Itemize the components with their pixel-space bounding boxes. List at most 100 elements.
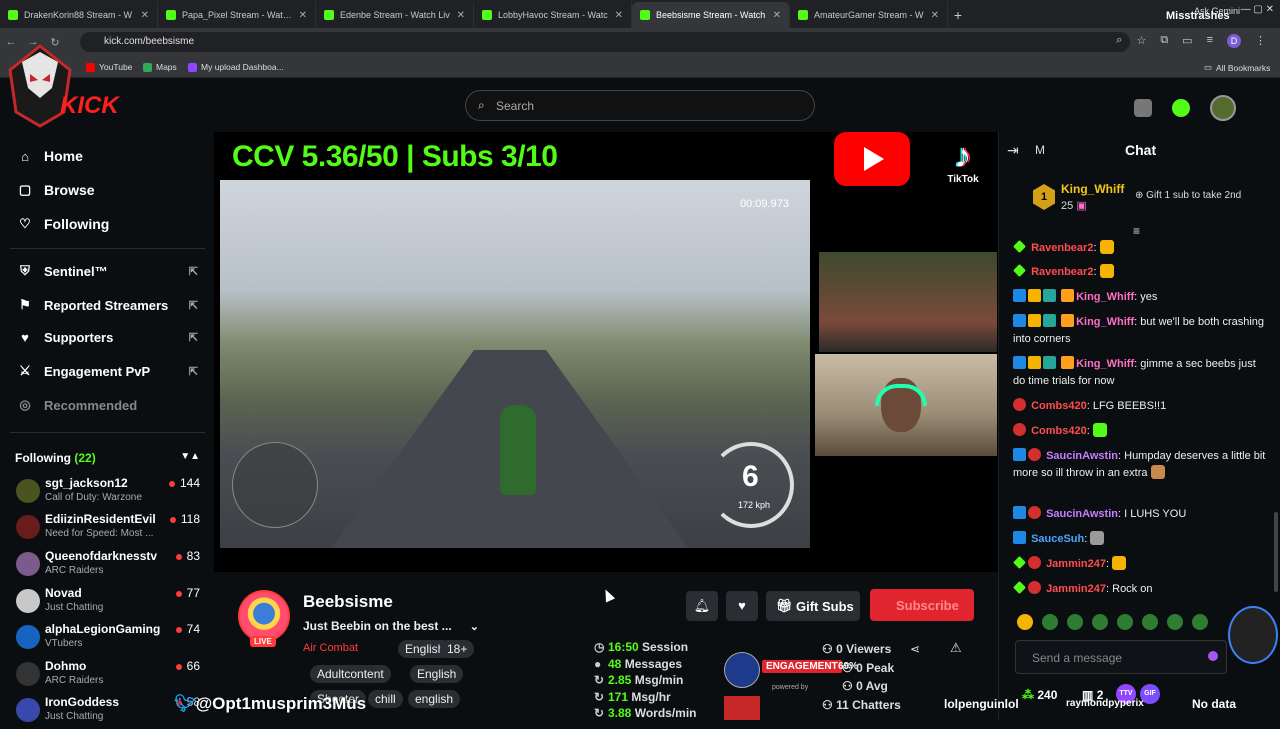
report-icon[interactable]: ⚠ bbox=[950, 640, 962, 656]
url-field[interactable]: kick.com/beebsisme bbox=[80, 32, 1130, 52]
chat-username[interactable]: King_Whiff bbox=[1076, 316, 1134, 328]
sidebar-item-following[interactable]: ♡ Following bbox=[18, 216, 198, 232]
chevron-down-icon[interactable]: ⌄ bbox=[470, 621, 479, 633]
chat-message[interactable]: Jammin247: bbox=[1013, 556, 1269, 573]
chat-message[interactable]: Jammin247: Rock on bbox=[1013, 581, 1269, 598]
chat-username[interactable]: Combs420 bbox=[1031, 400, 1087, 412]
channel-avatar[interactable] bbox=[238, 590, 290, 642]
emote-icon[interactable] bbox=[1167, 614, 1183, 630]
all-bookmarks[interactable]: ▭ All Bookmarks bbox=[1204, 62, 1270, 73]
sidebar-item-recommended[interactable]: ◎ Recommended bbox=[18, 397, 198, 413]
browser-tab[interactable]: LobbyHavoc Stream - Watc ✕ bbox=[474, 2, 632, 28]
following-item[interactable]: sgt_jackson12 Call of Duty: Warzone 144 bbox=[14, 476, 200, 510]
tag[interactable]: 18+ bbox=[440, 640, 475, 658]
extension-icon[interactable] bbox=[1134, 99, 1152, 117]
sidebar-item-browse[interactable]: ▢ Browse bbox=[18, 182, 198, 198]
chat-username[interactable]: King_Whiff bbox=[1076, 358, 1134, 370]
kick-logo[interactable]: KICK bbox=[60, 92, 119, 120]
gifter-leaderboard[interactable]: 1 King_Whiff 25 ▣ ⊕ Gift 1 sub to take 2… bbox=[1009, 174, 1271, 216]
browser-tab[interactable]: Edenbe Stream - Watch Liv ✕ bbox=[316, 2, 474, 28]
cast-icon[interactable]: ▭ bbox=[1182, 34, 1192, 48]
browser-tab[interactable]: Papa_Pixel Stream - Watch Live ✕ bbox=[158, 2, 316, 28]
gift-subs-button[interactable]: 🎁︎ Gift Subs bbox=[766, 591, 860, 621]
sidebar-item-reported-streamers[interactable]: ⚑ Reported Streamers ⇱ bbox=[18, 297, 198, 313]
chat-username[interactable]: Jammin247 bbox=[1046, 583, 1106, 595]
stream-title[interactable]: Just Beebin on the best ... ⌄ bbox=[303, 619, 479, 633]
extensions-icon[interactable]: ⧉ bbox=[1160, 34, 1168, 48]
following-item[interactable]: EdiizinResidentEvil Need for Speed: Most … bbox=[14, 512, 200, 546]
chat-message[interactable]: Combs420: LFG BEEBS!!1 bbox=[1013, 398, 1269, 415]
chat-username[interactable]: Jammin247 bbox=[1046, 558, 1106, 570]
kick-icon[interactable] bbox=[1172, 99, 1190, 117]
window-controls[interactable]: — ▢ ✕ bbox=[1241, 4, 1274, 15]
new-tab-button[interactable]: + bbox=[948, 7, 968, 23]
close-icon[interactable]: ✕ bbox=[931, 10, 939, 21]
chat-scrollbar[interactable] bbox=[1274, 512, 1278, 592]
sidebar-item-home[interactable]: ⌂ Home bbox=[18, 148, 198, 164]
following-item[interactable]: Queenofdarknesstv ARC Raiders 83 bbox=[14, 549, 200, 583]
bookmark-star-icon[interactable]: ☆ bbox=[1136, 34, 1146, 48]
chat-message[interactable]: SaucinAwstin: I LUHS YOU bbox=[1013, 506, 1269, 523]
chat-username[interactable]: SaucinAwstin bbox=[1046, 450, 1118, 462]
collapse-chat-icon[interactable]: ⇥ bbox=[1007, 142, 1019, 159]
emote-icon[interactable] bbox=[1092, 614, 1108, 630]
sidebar-item-sentinel[interactable]: ⛨ Sentinel™ ⇱ bbox=[18, 263, 198, 279]
video-player[interactable]: 00:09.973 6 172 kph CCV 5.36/50 | Subs 3… bbox=[214, 132, 998, 572]
chat-username[interactable]: Ravenbear2 bbox=[1031, 266, 1093, 278]
playlist-icon[interactable]: ≡ bbox=[1207, 34, 1213, 48]
tag[interactable]: chill bbox=[368, 690, 403, 708]
browser-tab-active[interactable]: Beebsisme Stream - Watch ✕ bbox=[632, 2, 790, 28]
chat-username[interactable]: King_Whiff bbox=[1076, 291, 1134, 303]
stream-category[interactable]: Air Combat bbox=[303, 642, 358, 654]
chat-message[interactable]: Ravenbear2: bbox=[1013, 240, 1269, 257]
sidebar-item-engagement-pvp[interactable]: ⚔ Engagement PvP ⇱ bbox=[18, 363, 198, 379]
chat-input[interactable]: Send a message bbox=[1015, 640, 1227, 674]
chat-username[interactable]: Ravenbear2 bbox=[1031, 242, 1093, 254]
close-icon[interactable]: ✕ bbox=[299, 10, 307, 21]
chat-mode-label[interactable]: M bbox=[1035, 143, 1045, 157]
emote-picker-icon[interactable] bbox=[1208, 651, 1218, 661]
chat-username[interactable]: Combs420 bbox=[1031, 425, 1087, 437]
zoom-icon[interactable]: ⌕ bbox=[1116, 34, 1122, 48]
browser-tab[interactable]: AmateurGamer Stream - W ✕ bbox=[790, 2, 948, 28]
user-avatar[interactable] bbox=[1210, 95, 1236, 121]
bookmark-youtube[interactable]: YouTube bbox=[86, 62, 132, 72]
channel-name[interactable]: Beebsisme bbox=[303, 592, 393, 612]
following-item[interactable]: alphaLegionGaming VTubers 74 bbox=[14, 622, 200, 656]
filter-icon[interactable]: ≡ bbox=[1133, 224, 1140, 238]
tag[interactable]: English bbox=[410, 665, 464, 683]
share-icon[interactable]: ⋖ bbox=[910, 642, 920, 656]
emote-icon[interactable] bbox=[1042, 614, 1058, 630]
emote-icon[interactable] bbox=[1192, 614, 1208, 630]
following-item[interactable]: Dohmo ARC Raiders 66 bbox=[14, 659, 200, 693]
follow-button[interactable]: ♥ bbox=[726, 591, 758, 621]
chat-username[interactable]: SauceSuh bbox=[1031, 533, 1084, 545]
following-item[interactable]: IronGoddess Just Chatting 58 bbox=[14, 695, 200, 729]
tag[interactable]: english bbox=[408, 690, 461, 708]
tag[interactable]: Adultcontent bbox=[310, 665, 391, 683]
chat-message[interactable]: SauceSuh: bbox=[1013, 531, 1269, 548]
chat-username[interactable]: SaucinAwstin bbox=[1046, 508, 1118, 520]
close-icon[interactable]: ✕ bbox=[141, 10, 149, 21]
chat-message[interactable]: King_Whiff: but we'll be both crashing i… bbox=[1013, 314, 1269, 348]
sidebar-item-supporters[interactable]: ♥ Supporters ⇱ bbox=[18, 330, 198, 345]
bookmark-upload-dashboard[interactable]: My upload Dashboa... bbox=[188, 62, 284, 72]
chat-message[interactable]: SaucinAwstin: Humpday deserves a little … bbox=[1013, 448, 1269, 482]
chat-message[interactable]: Ravenbear2: bbox=[1013, 264, 1269, 281]
chat-message[interactable]: Combs420: bbox=[1013, 423, 1269, 440]
subscribe-button[interactable]: Subscribe bbox=[870, 589, 974, 621]
close-icon[interactable]: ✕ bbox=[773, 10, 781, 21]
emote-icon[interactable] bbox=[1117, 614, 1133, 630]
chat-message[interactable]: King_Whiff: yes bbox=[1013, 289, 1269, 306]
following-item[interactable]: Novad Just Chatting 77 bbox=[14, 586, 200, 620]
close-icon[interactable]: ✕ bbox=[615, 10, 623, 21]
browser-tab[interactable]: DrakenKorin88 Stream - W ✕ bbox=[0, 2, 158, 28]
notification-bell-button[interactable]: 🔔︎ bbox=[686, 591, 718, 621]
following-header[interactable]: Following (22) ▼▲ bbox=[15, 451, 200, 465]
search-input[interactable]: ⌕ Search bbox=[465, 90, 815, 121]
bookmark-maps[interactable]: Maps bbox=[143, 62, 177, 72]
profile-avatar[interactable]: D bbox=[1227, 34, 1241, 48]
sort-icon[interactable]: ▼▲ bbox=[180, 451, 200, 462]
chat-message[interactable]: King_Whiff: gimme a sec beebs just do ti… bbox=[1013, 356, 1269, 390]
emote-icon[interactable] bbox=[1017, 614, 1033, 630]
